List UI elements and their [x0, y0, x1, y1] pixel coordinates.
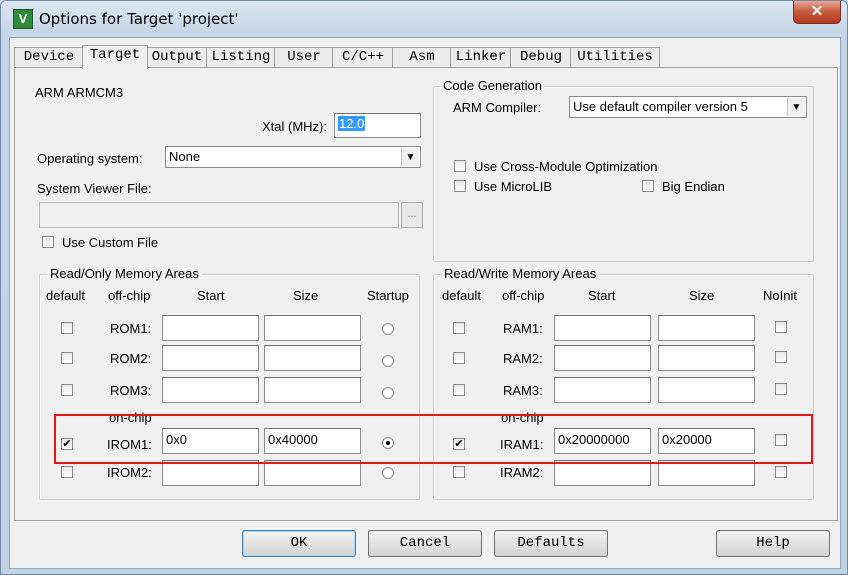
rom1-startup-radio[interactable] — [382, 323, 394, 335]
os-select[interactable]: None ▼ — [165, 146, 421, 168]
os-value: None — [169, 149, 201, 164]
defaults-button[interactable]: Defaults — [494, 530, 608, 557]
tab-utilities[interactable]: Utilities — [570, 47, 660, 68]
compiler-value: Use default compiler version 5 — [573, 99, 748, 114]
big-endian-checkbox[interactable] — [642, 180, 654, 192]
iram2-default-checkbox[interactable] — [453, 466, 465, 478]
ram3-default-checkbox[interactable] — [453, 384, 465, 396]
rom2-size-input[interactable] — [264, 345, 361, 371]
rom2-start-input[interactable] — [162, 345, 259, 371]
rom1-start-input[interactable] — [162, 315, 259, 341]
tab-linker[interactable]: Linker — [450, 47, 512, 68]
ram1-default-checkbox[interactable] — [453, 322, 465, 334]
ok-button[interactable]: OK — [242, 530, 356, 557]
dialog-window: V Options for Target 'project' ✕ Device … — [0, 0, 848, 575]
tab-asm[interactable]: Asm — [392, 47, 452, 68]
browse-button[interactable]: ... — [401, 202, 423, 228]
ram-start-header: Start — [588, 288, 616, 303]
target-tab-page: ARM ARMCM3 Xtal (MHz): 12.0 Operating sy… — [14, 67, 838, 521]
annotation-highlight-box — [54, 414, 813, 464]
use-custom-file-checkbox[interactable] — [42, 236, 54, 248]
os-label: Operating system: — [37, 151, 143, 166]
sysviewer-label: System Viewer File: — [37, 181, 152, 196]
ram1-label: RAM1: — [503, 321, 543, 336]
code-generation-title: Code Generation — [441, 78, 545, 93]
rom2-label: ROM2: — [110, 351, 152, 366]
sysviewer-input[interactable] — [39, 202, 399, 228]
irom2-startup-radio[interactable] — [382, 467, 394, 479]
tab-debug[interactable]: Debug — [510, 47, 572, 68]
ram2-noinit-checkbox[interactable] — [775, 351, 787, 363]
rom2-startup-radio[interactable] — [382, 355, 394, 367]
use-custom-file-label: Use Custom File — [62, 235, 159, 250]
ram-area-title: Read/Write Memory Areas — [442, 266, 599, 281]
big-endian-label: Big Endian — [662, 179, 725, 194]
ram2-size-input[interactable] — [658, 345, 755, 371]
cross-module-checkbox[interactable] — [454, 160, 466, 172]
xtal-input[interactable]: 12.0 — [334, 113, 421, 138]
rom-default-header: default — [46, 288, 86, 303]
tab-device[interactable]: Device — [14, 47, 84, 68]
ram2-label: RAM2: — [503, 351, 543, 366]
window-title: Options for Target 'project' — [39, 10, 239, 28]
iram2-noinit-checkbox[interactable] — [775, 466, 787, 478]
title-bar[interactable]: V Options for Target 'project' ✕ — [1, 1, 847, 37]
rom-size-header: Size — [293, 288, 319, 303]
irom2-default-checkbox[interactable] — [61, 466, 73, 478]
iram2-label: IRAM2: — [500, 465, 544, 480]
ram-size-header: Size — [689, 288, 715, 303]
rom3-startup-radio[interactable] — [382, 387, 394, 399]
chevron-down-icon: ▼ — [787, 98, 805, 116]
ram3-noinit-checkbox[interactable] — [775, 383, 787, 395]
close-button[interactable]: ✕ — [793, 1, 841, 24]
rom-area-title: Read/Only Memory Areas — [48, 266, 201, 281]
microlib-checkbox[interactable] — [454, 180, 466, 192]
rom3-label: ROM3: — [110, 383, 152, 398]
rom3-default-checkbox[interactable] — [61, 384, 73, 396]
rom1-label: ROM1: — [110, 321, 152, 336]
ram2-start-input[interactable] — [554, 345, 651, 371]
tab-user[interactable]: User — [274, 47, 334, 68]
ram1-noinit-checkbox[interactable] — [775, 321, 787, 333]
device-name: ARM ARMCM3 — [35, 85, 124, 100]
xtal-label: Xtal (MHz): — [262, 119, 327, 134]
tab-listing[interactable]: Listing — [206, 47, 276, 68]
cross-module-label: Use Cross-Module Optimization — [474, 159, 658, 174]
tab-target[interactable]: Target — [82, 45, 148, 69]
ram-offchip-header: off-chip — [502, 288, 545, 303]
ram3-label: RAM3: — [503, 383, 543, 398]
dialog-client: Device Target Output Listing User C/C++ … — [9, 37, 841, 569]
compiler-select[interactable]: Use default compiler version 5 ▼ — [569, 96, 807, 118]
microlib-label: Use MicroLIB — [474, 179, 553, 194]
ram2-default-checkbox[interactable] — [453, 352, 465, 364]
chevron-down-icon: ▼ — [401, 148, 419, 166]
rom-offchip-header: off-chip — [108, 288, 151, 303]
rom2-default-checkbox[interactable] — [61, 352, 73, 364]
rom-start-header: Start — [197, 288, 225, 303]
keil-app-icon: V — [13, 9, 33, 29]
rom1-size-input[interactable] — [264, 315, 361, 341]
ram1-size-input[interactable] — [658, 315, 755, 341]
ram-noinit-header: NoInit — [763, 288, 797, 303]
irom2-label: IROM2: — [107, 465, 152, 480]
cancel-button[interactable]: Cancel — [368, 530, 482, 557]
tab-output[interactable]: Output — [146, 47, 208, 68]
xtal-value: 12.0 — [338, 116, 366, 131]
rom-startup-header: Startup — [367, 288, 409, 303]
compiler-label: ARM Compiler: — [453, 100, 542, 115]
ram3-start-input[interactable] — [554, 377, 651, 403]
rom3-size-input[interactable] — [264, 377, 361, 403]
ram1-start-input[interactable] — [554, 315, 651, 341]
tab-c-cpp[interactable]: C/C++ — [332, 47, 394, 68]
help-button[interactable]: Help — [716, 530, 830, 557]
rom3-start-input[interactable] — [162, 377, 259, 403]
ram3-size-input[interactable] — [658, 377, 755, 403]
ram-default-header: default — [442, 288, 482, 303]
rom1-default-checkbox[interactable] — [61, 322, 73, 334]
